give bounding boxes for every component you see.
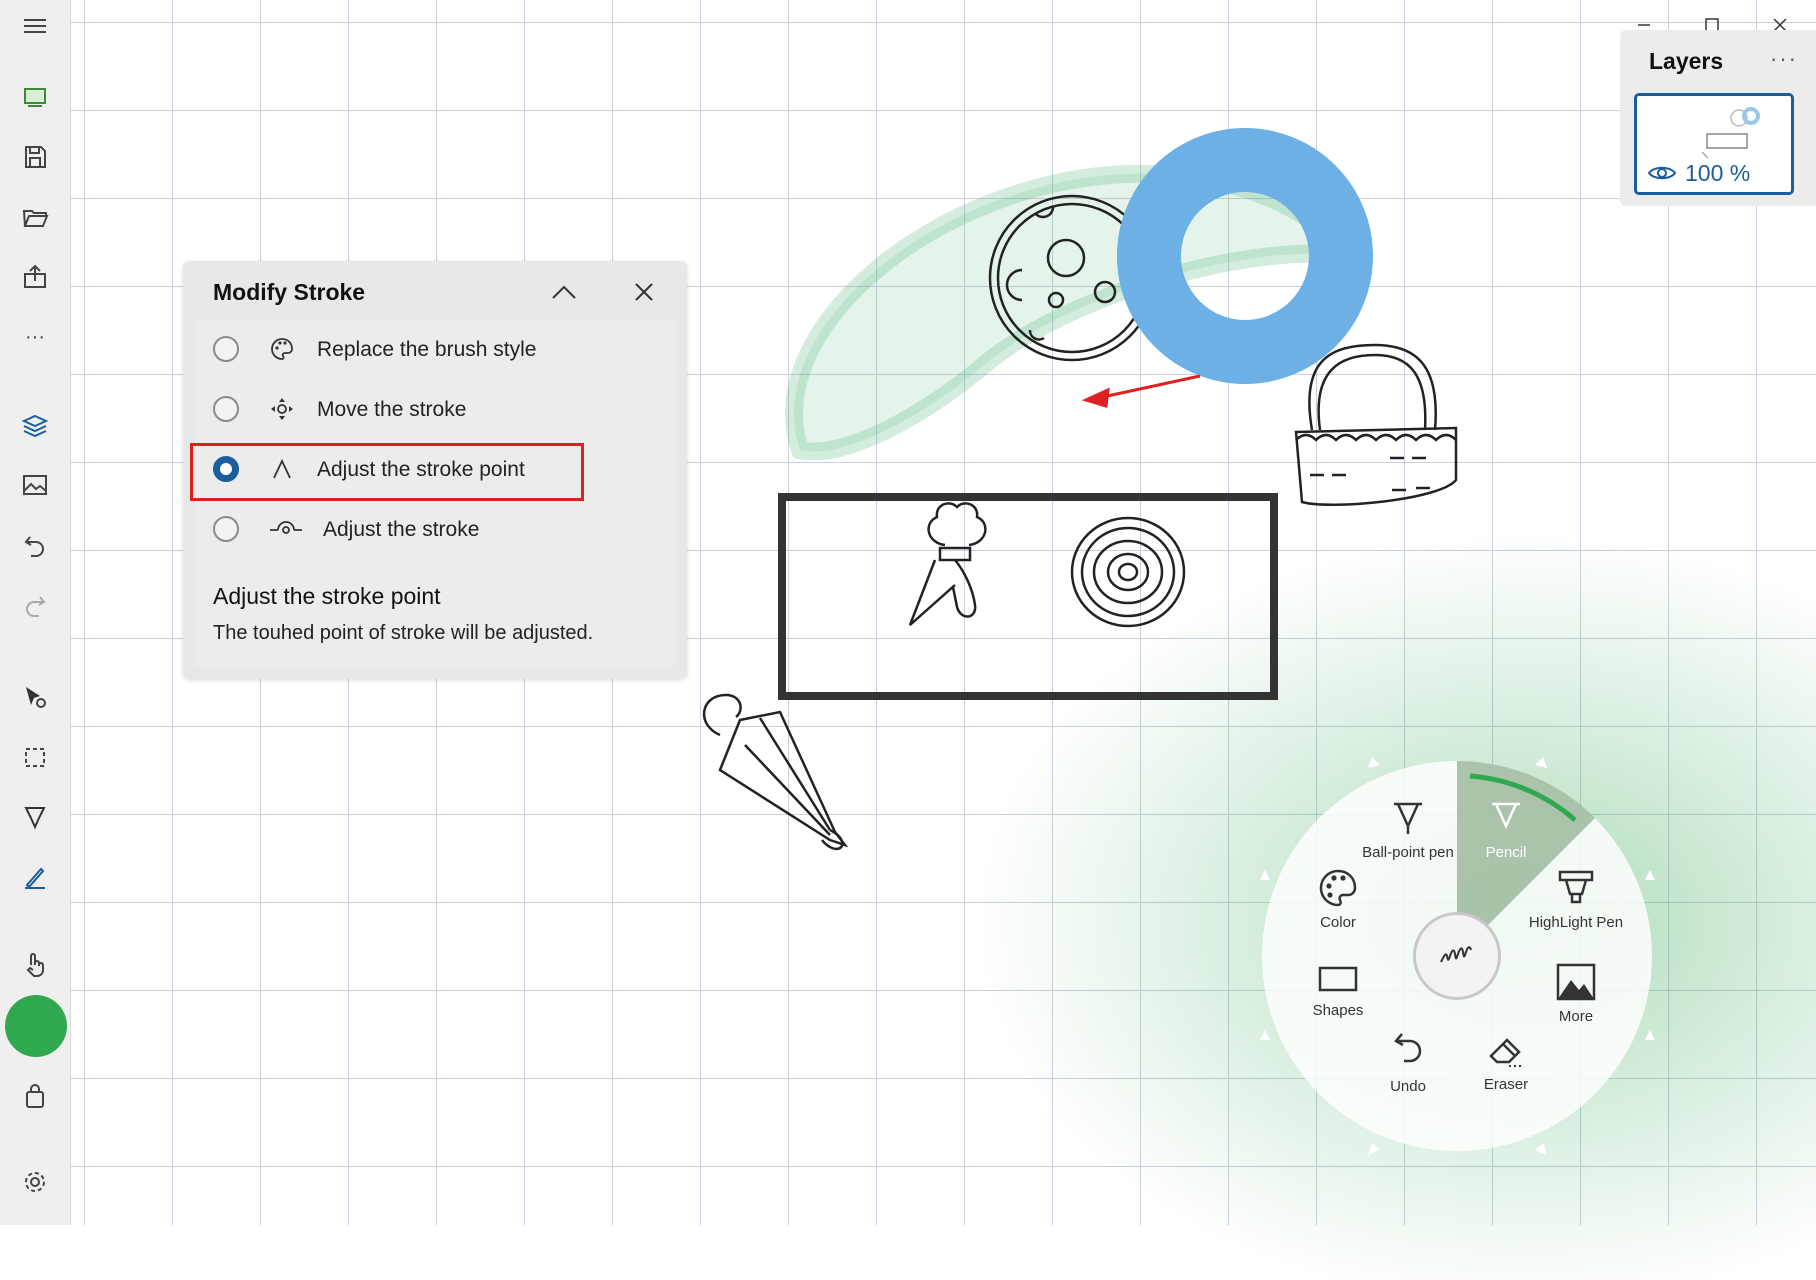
radial-item-label: Undo (1390, 1078, 1426, 1095)
image-icon (1556, 963, 1596, 1001)
radial-item-label: Ball-point pen (1362, 844, 1454, 861)
rectangle-icon (1318, 966, 1358, 992)
radial-item-more[interactable]: More (1516, 962, 1636, 1025)
pencil-icon (1492, 802, 1520, 830)
undo-icon (1394, 1033, 1422, 1063)
ballpoint-pen-icon (1394, 802, 1422, 834)
radial-item-label: Pencil (1485, 844, 1527, 861)
scribble-icon (1440, 946, 1472, 963)
highlighter-icon (1558, 870, 1594, 904)
radial-item-shapes[interactable]: Shapes (1278, 962, 1398, 1019)
radial-item-label: More (1558, 1008, 1594, 1025)
radial-item-label: Color (1320, 914, 1356, 931)
radial-item-label: Eraser (1483, 1076, 1529, 1093)
radial-item-label: Shapes (1312, 1002, 1364, 1019)
palette-icon (1319, 869, 1357, 907)
radial-item-eraser[interactable]: Eraser (1446, 1030, 1566, 1093)
radial-item-highlight-pen[interactable]: HighLight Pen (1516, 868, 1636, 931)
eraser-icon (1489, 1038, 1523, 1067)
radial-menu-hub[interactable] (1413, 912, 1501, 1000)
radial-item-color[interactable]: Color (1278, 868, 1398, 931)
radial-item-pencil[interactable]: Pencil (1446, 800, 1566, 861)
radial-item-label: HighLight Pen (1528, 914, 1624, 931)
